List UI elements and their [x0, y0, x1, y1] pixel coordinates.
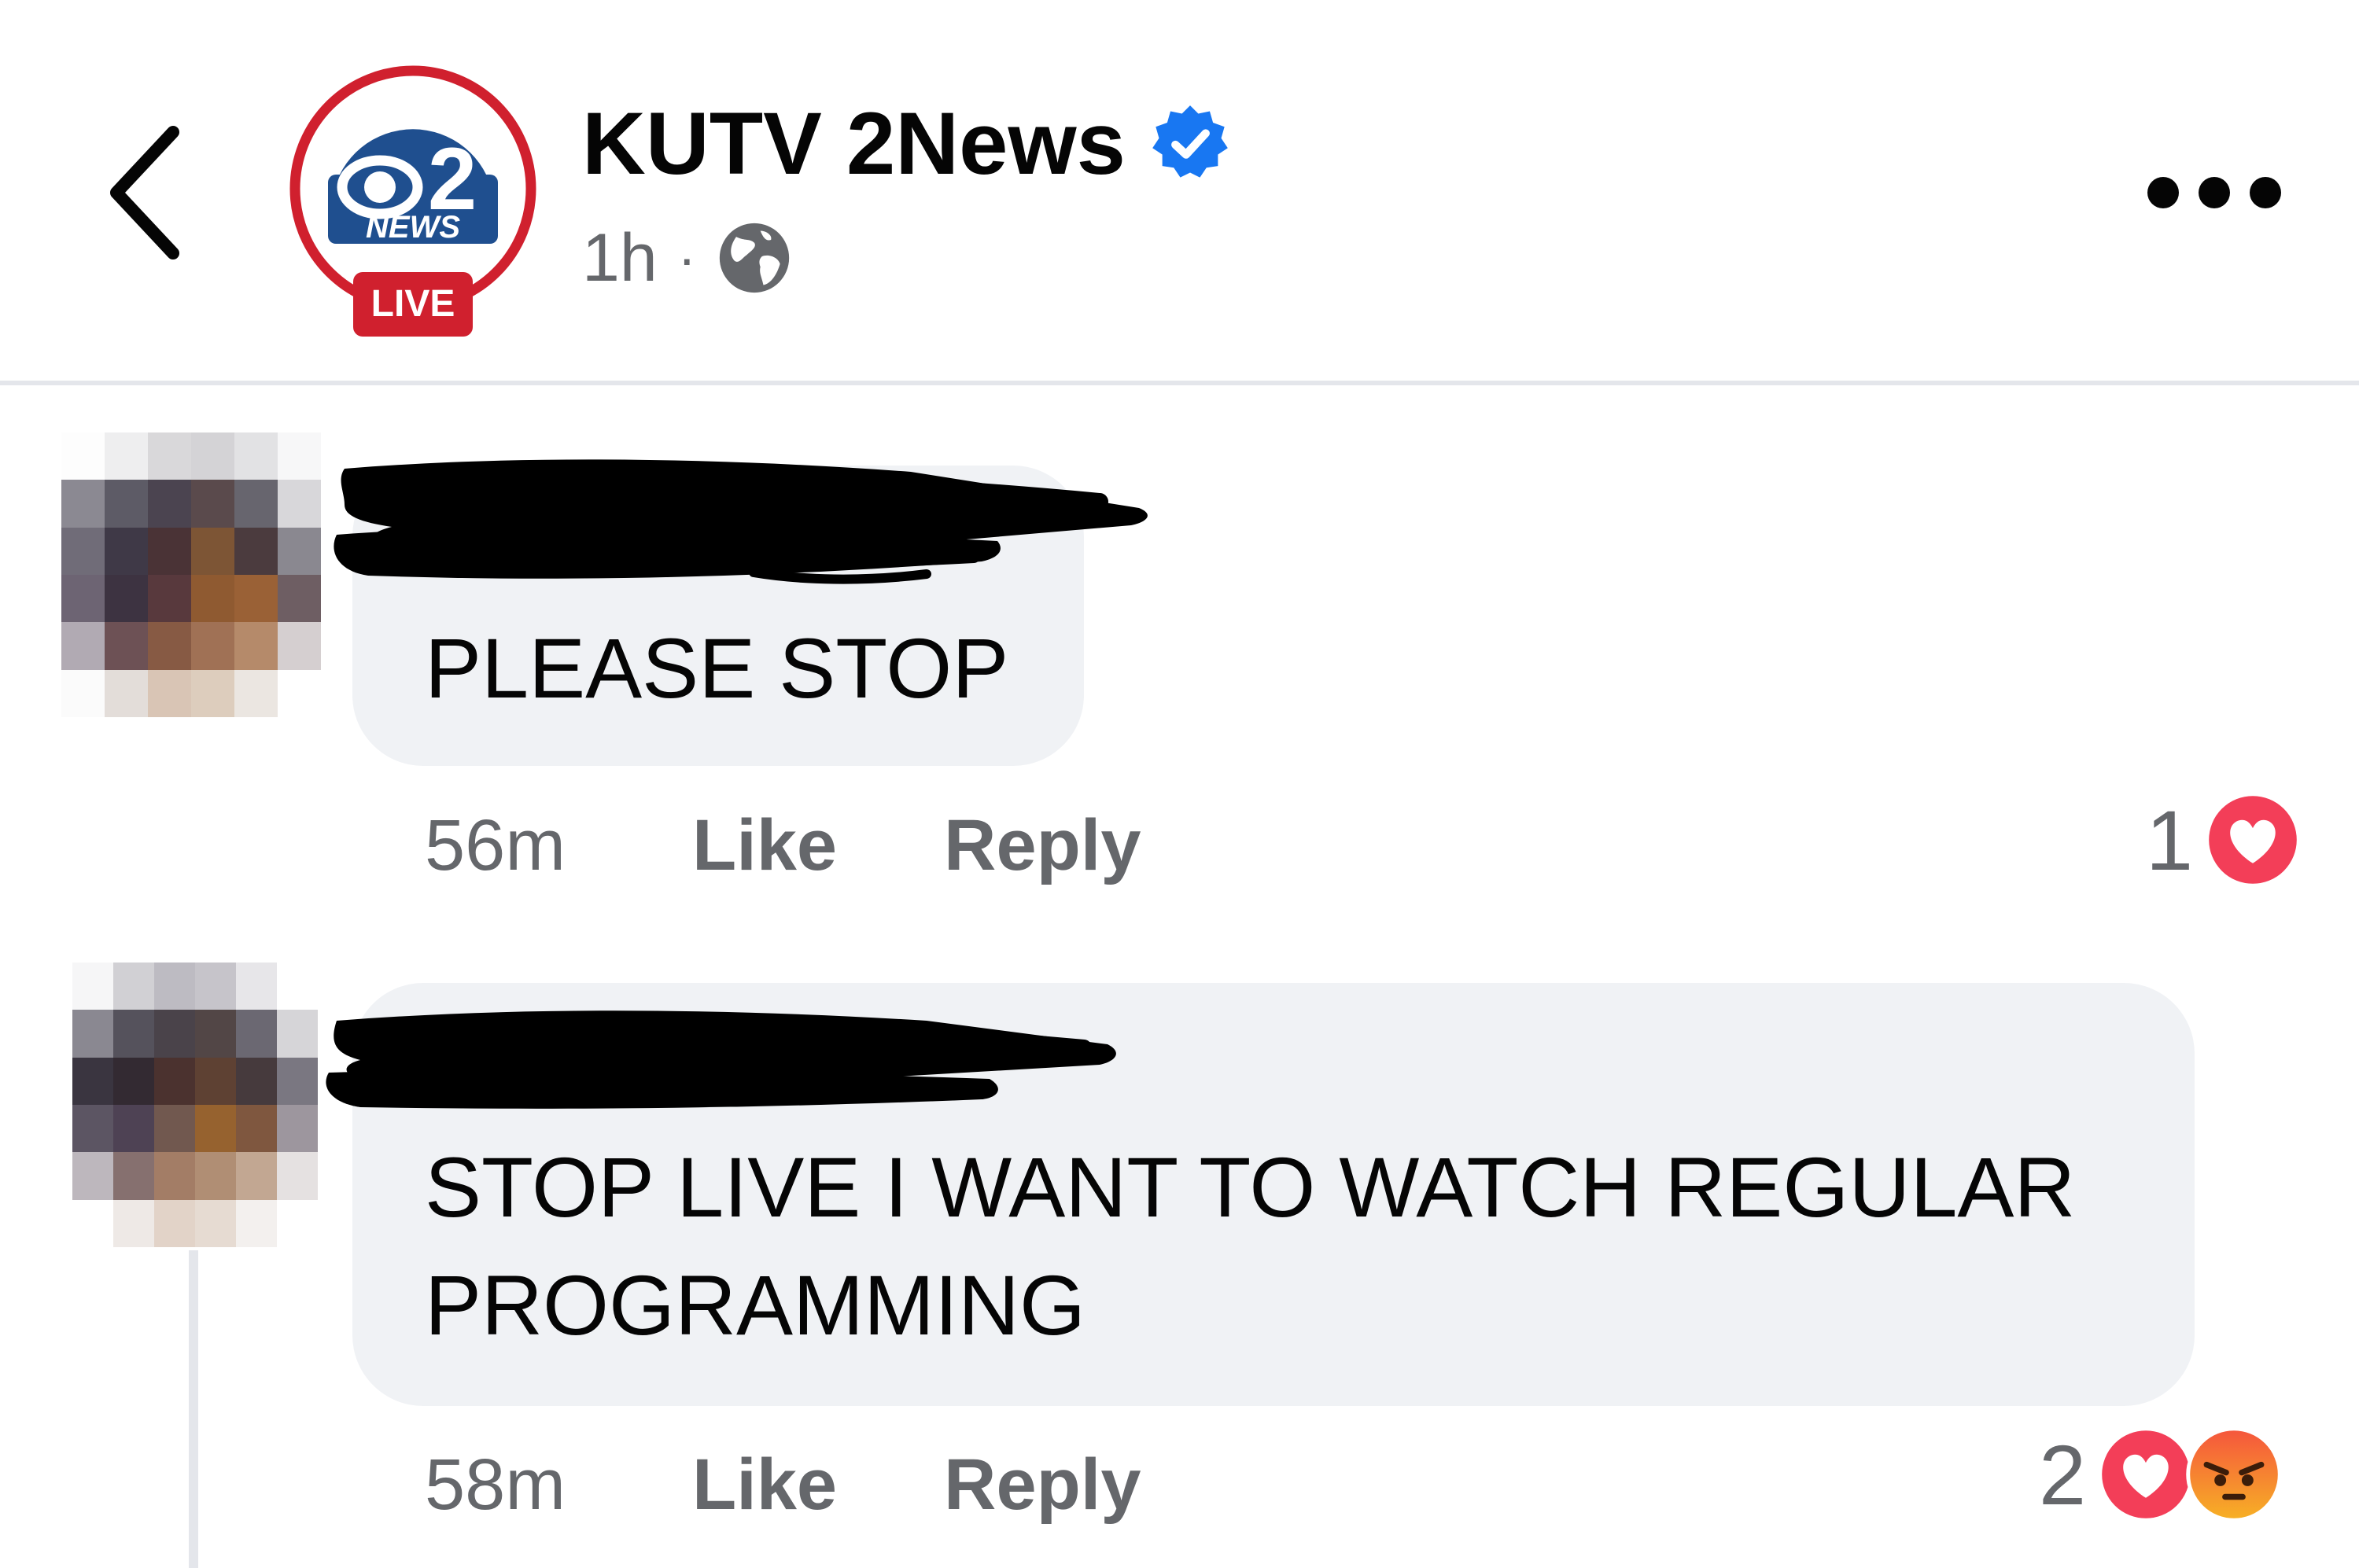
love-reaction-icon: [2204, 791, 2302, 889]
commenter-avatar-blurred[interactable]: [61, 432, 321, 717]
header-divider: [0, 381, 2359, 385]
reply-thread-line: [189, 1250, 198, 1568]
more-dot: [2147, 177, 2179, 208]
comment-text: PLEASE STOP: [425, 620, 1009, 716]
meta-separator: ·: [677, 227, 696, 289]
post-time[interactable]: 1h: [582, 219, 658, 297]
chevron-left-icon: [110, 126, 179, 259]
reaction-summary[interactable]: 2: [2039, 1419, 2283, 1529]
reply-button[interactable]: Reply: [944, 804, 1141, 887]
like-button[interactable]: Like: [692, 804, 944, 887]
comment-actions: 56m Like Reply: [425, 790, 1141, 900]
comment-time[interactable]: 58m: [425, 1444, 692, 1526]
reaction-summary[interactable]: 1: [2146, 785, 2302, 895]
page-name-row: KUTV 2News: [582, 88, 1231, 198]
logo-word: NEWS: [366, 210, 460, 245]
love-reaction-icon: [2097, 1426, 2195, 1523]
globe-icon: [717, 220, 792, 296]
page-name[interactable]: KUTV 2News: [582, 93, 1126, 194]
page-avatar[interactable]: 2 NEWS LIVE: [287, 65, 539, 337]
live-badge: LIVE: [371, 283, 455, 325]
redacted-username-scribble: [334, 459, 1148, 584]
comment-text: STOP LIVE I WANT TO WATCH REGULAR PROGRA…: [425, 1139, 2076, 1353]
reply-button[interactable]: Reply: [944, 1444, 1141, 1526]
more-options-button[interactable]: [2147, 161, 2281, 224]
back-button[interactable]: [94, 118, 197, 267]
more-dot: [2199, 177, 2230, 208]
commenter-avatar-blurred[interactable]: [72, 963, 318, 1247]
angry-reaction-icon: [2185, 1426, 2283, 1523]
comment-time[interactable]: 56m: [425, 804, 692, 887]
reaction-count: 2: [2039, 1426, 2087, 1522]
reaction-count: 1: [2146, 792, 2194, 888]
reaction-icons: [2097, 1426, 2283, 1523]
comment-actions: 58m Like Reply: [425, 1430, 1141, 1540]
like-button[interactable]: Like: [692, 1444, 944, 1526]
verified-badge-icon: [1149, 102, 1231, 184]
post-meta: 1h ·: [582, 211, 792, 305]
post-header: 2 NEWS LIVE KUTV 2News 1h ·: [0, 0, 2359, 385]
redacted-username-scribble: [326, 1010, 1116, 1109]
more-dot: [2250, 177, 2281, 208]
